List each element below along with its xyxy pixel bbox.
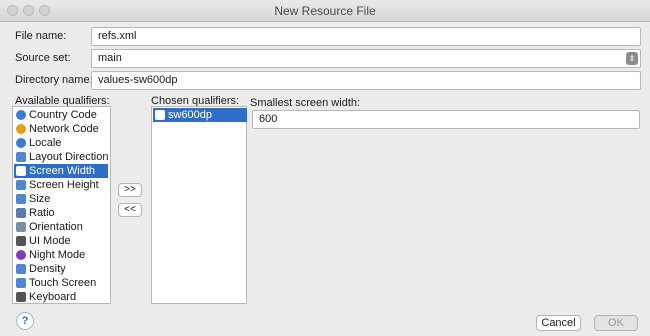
qualifier-item-label: Orientation (29, 221, 83, 233)
source-set-label: Source set: (15, 52, 71, 64)
orientation-icon (16, 222, 26, 232)
network-icon (16, 124, 26, 134)
source-set-value: main (98, 52, 122, 64)
title-bar: New Resource File (0, 0, 650, 22)
cancel-button[interactable]: Cancel (536, 315, 581, 331)
chevron-updown-icon: ⇕ (626, 52, 638, 65)
qualifier-item-orientation[interactable]: Orientation (14, 220, 108, 234)
qualifier-item-screen-width[interactable]: Screen Width (14, 164, 108, 178)
qualifier-item-size[interactable]: Size (14, 192, 108, 206)
screen-width-icon (16, 166, 26, 176)
ratio-icon (16, 208, 26, 218)
qualifier-item-ui-mode[interactable]: UI Mode (14, 234, 108, 248)
qualifier-item-night-mode[interactable]: Night Mode (14, 248, 108, 262)
qualifier-item-ratio[interactable]: Ratio (14, 206, 108, 220)
source-set-select[interactable]: main ⇕ (91, 49, 641, 68)
screen-height-icon (16, 180, 26, 190)
qualifier-item-label: Size (29, 193, 51, 205)
add-qualifier-button[interactable]: >> (118, 183, 142, 197)
qualifier-item-network-code[interactable]: Network Code (14, 122, 108, 136)
window-title: New Resource File (274, 4, 376, 18)
qualifier-item-density[interactable]: Density (14, 262, 108, 276)
qualifier-item-layout-direction[interactable]: Layout Direction (14, 150, 109, 164)
chosen-qualifier-label: sw600dp (168, 109, 213, 121)
qualifier-item-keyboard[interactable]: Keyboard (14, 290, 108, 304)
directory-name-field[interactable]: values-sw600dp (91, 71, 641, 90)
globe-icon (16, 110, 26, 120)
density-icon (16, 264, 26, 274)
night-mode-icon (16, 250, 26, 260)
chosen-qualifier-item[interactable]: sw600dp (153, 108, 247, 122)
remove-qualifier-button[interactable]: << (118, 203, 142, 217)
qualifier-item-screen-height[interactable]: Screen Height (14, 178, 108, 192)
file-name-field[interactable]: refs.xml (91, 27, 641, 46)
qualifier-item-label: Network Code (29, 123, 99, 135)
smallest-screen-width-field[interactable]: 600 (252, 110, 640, 129)
qualifier-item-label: Locale (29, 137, 62, 149)
keyboard-icon (16, 292, 26, 302)
qualifier-item-locale[interactable]: Locale (14, 136, 108, 150)
new-resource-file-dialog: New Resource File File name: refs.xml So… (0, 0, 650, 336)
qualifier-item-label: Country Code (29, 109, 97, 121)
qualifier-item-country-code[interactable]: Country Code (14, 108, 108, 122)
qualifier-item-label: Screen Height (29, 179, 99, 191)
screen-width-icon (155, 110, 165, 120)
locale-icon (16, 138, 26, 148)
help-button[interactable]: ? (16, 312, 34, 330)
chosen-qualifiers-list[interactable]: sw600dp (151, 106, 247, 304)
file-name-label: File name: (15, 30, 67, 42)
qualifier-item-label: Keyboard (29, 291, 77, 303)
qualifier-item-label: Density (29, 263, 66, 275)
qualifier-item-label: Ratio (29, 207, 55, 219)
touch-screen-icon (16, 278, 26, 288)
qualifier-item-label: Touch Screen (29, 277, 97, 289)
available-qualifiers-list[interactable]: Country Code Network Code Locale Layout Dir… (12, 106, 111, 304)
layout-direction-icon (16, 152, 26, 162)
smallest-screen-width-label: Smallest screen width: (250, 97, 361, 109)
ui-mode-icon (16, 236, 26, 246)
qualifier-item-label: UI Mode (29, 235, 71, 247)
qualifier-item-label: Night Mode (29, 249, 86, 261)
qualifier-item-touch-screen[interactable]: Touch Screen (14, 276, 108, 290)
qualifier-item-label: Layout Direction (29, 151, 109, 163)
size-icon (16, 194, 26, 204)
ok-button[interactable]: OK (594, 315, 638, 331)
directory-name-label: Directory name: (15, 74, 93, 86)
qualifier-item-label: Screen Width (29, 165, 96, 177)
